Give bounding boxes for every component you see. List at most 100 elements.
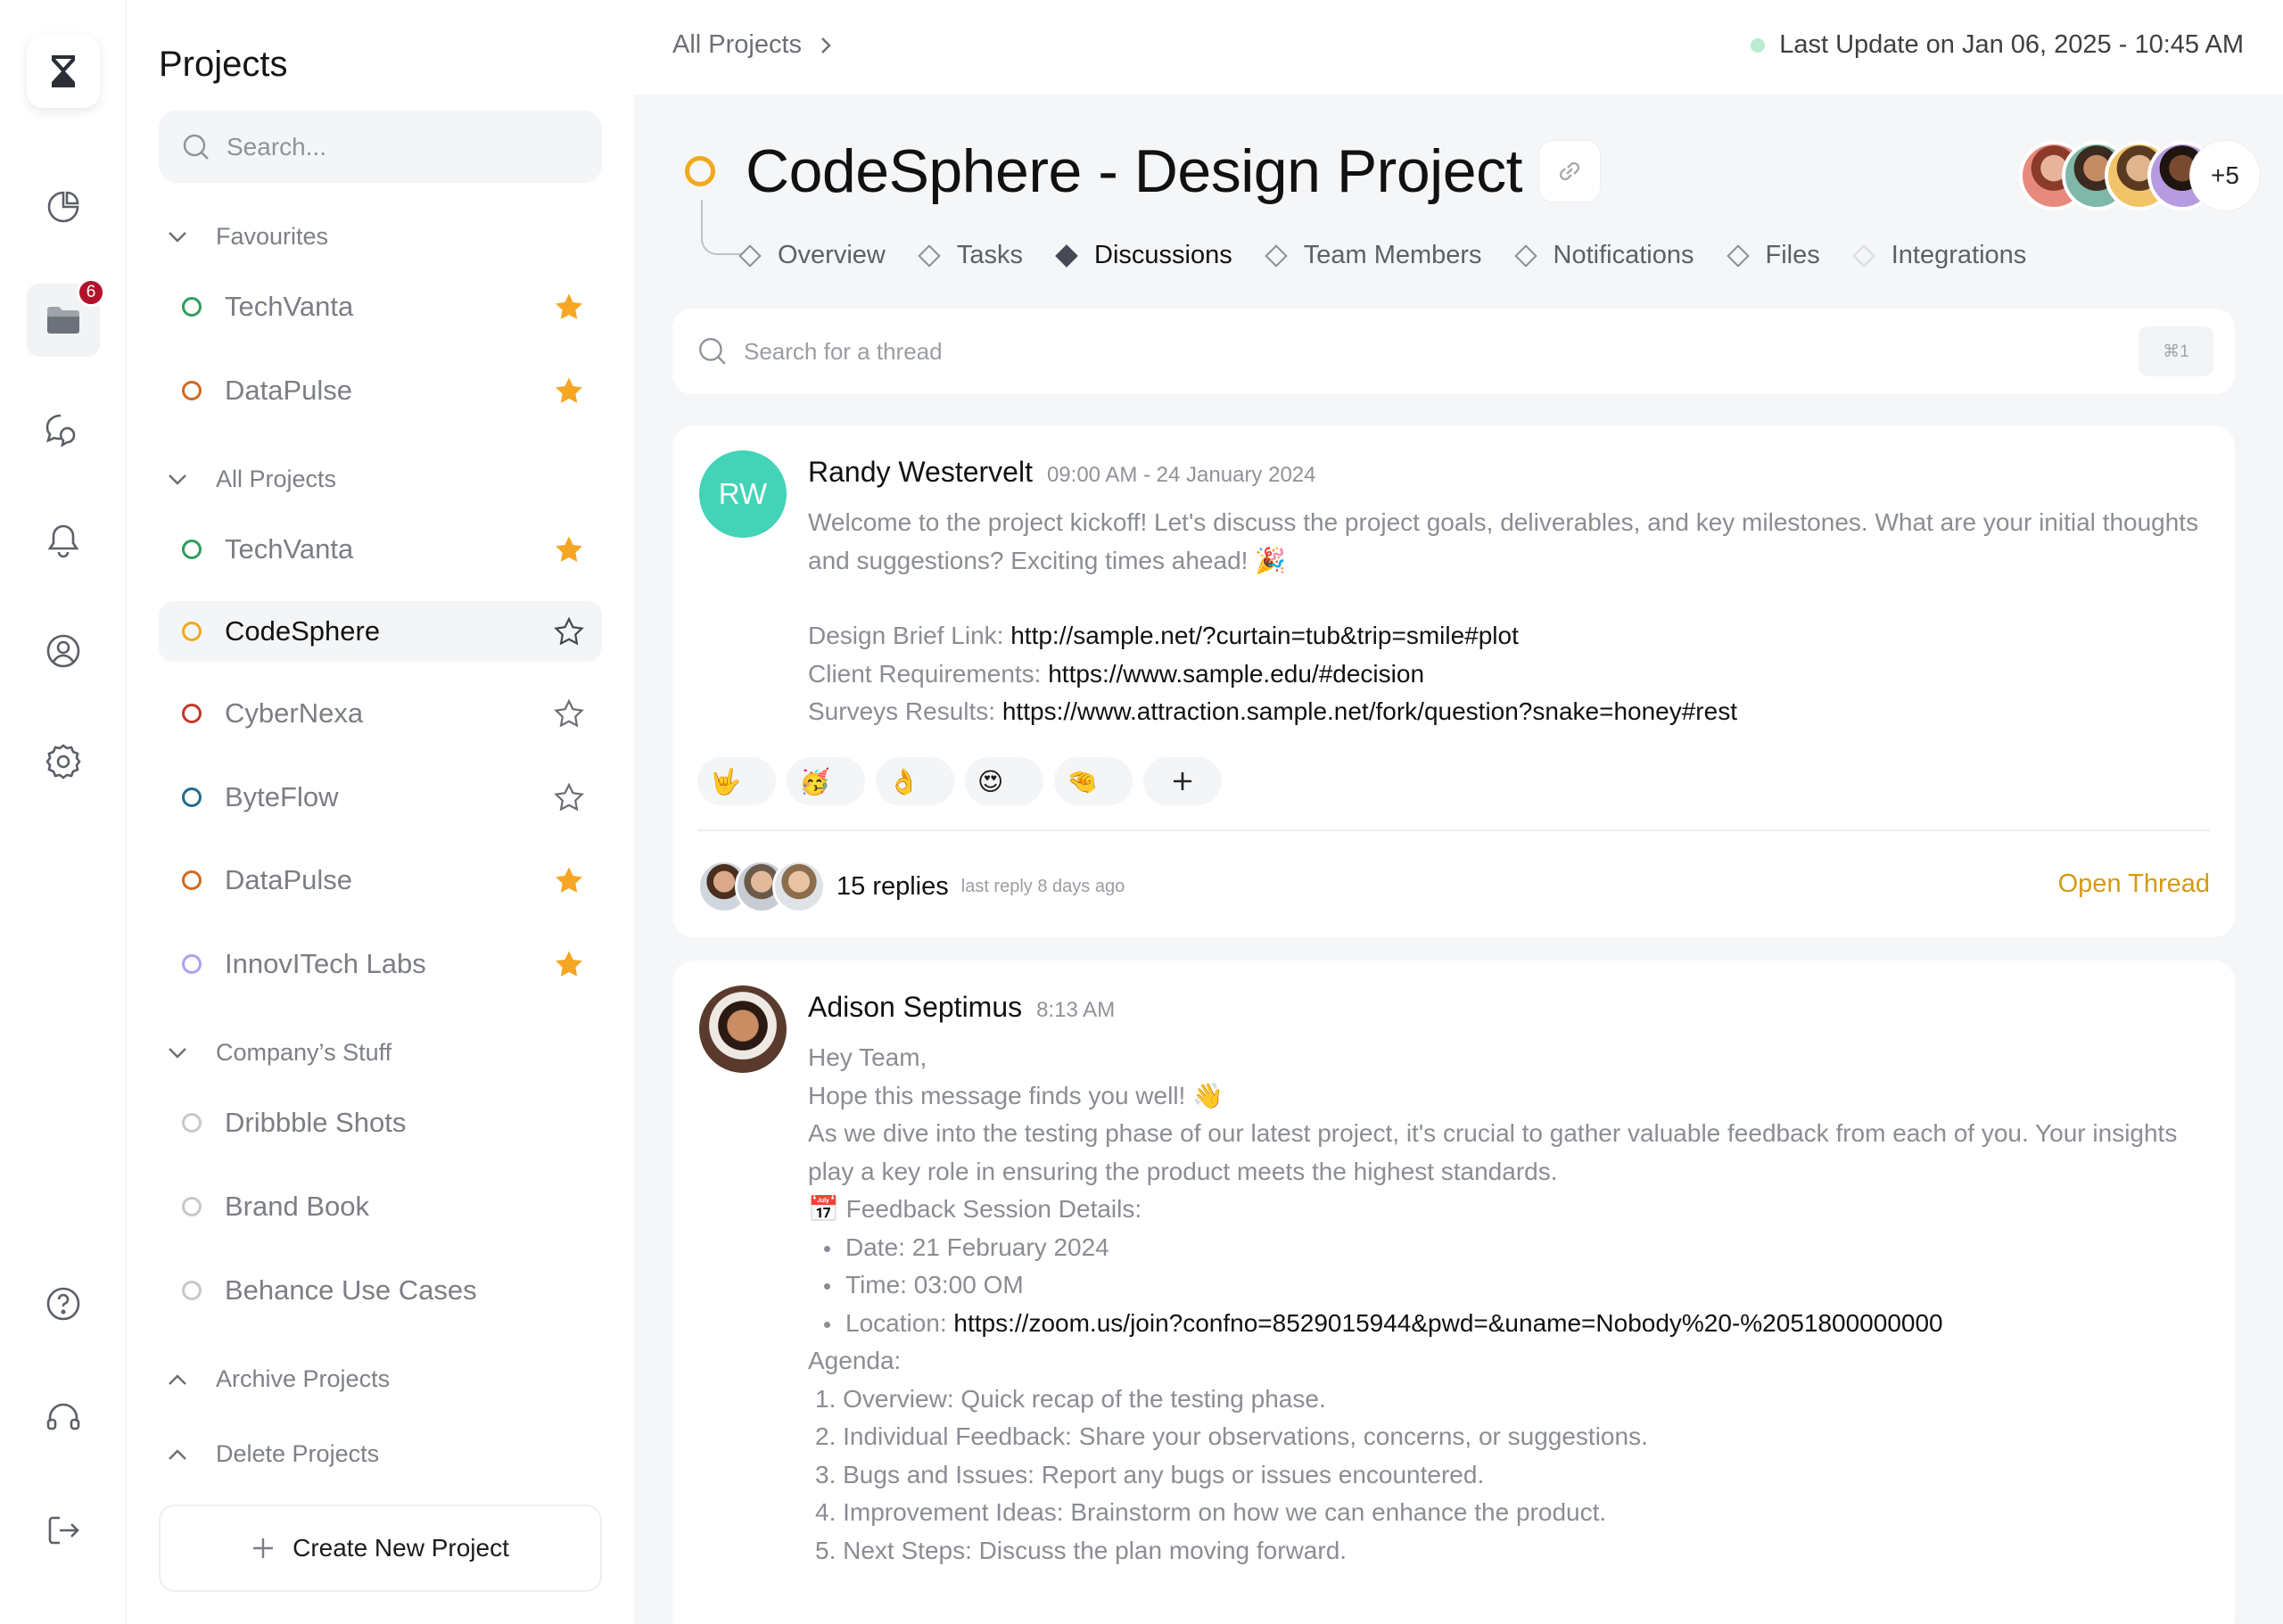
reply-count[interactable]: 15 replies [837, 872, 949, 902]
list-item: Location: https://zoom.us/join?confno=85… [808, 1305, 2199, 1343]
keyboard-shortcut-badge: ⌘1 [2139, 326, 2213, 376]
search-icon [699, 338, 726, 365]
avatar[interactable] [699, 985, 787, 1073]
support-nav[interactable] [37, 1391, 90, 1445]
chevron-down-icon [169, 231, 186, 243]
star-outline-icon[interactable] [554, 699, 584, 728]
sidebar-item-codesphere[interactable]: CodeSphere [159, 601, 602, 662]
reaction-chip[interactable]: 😍 [965, 757, 1043, 805]
pie-chart-icon [47, 191, 79, 223]
team-avatars[interactable]: +5 [2019, 141, 2260, 210]
post-body: Welcome to the project kickoff! Let's di… [808, 504, 2199, 731]
sidebar-item-label: ByteFlow [225, 781, 339, 812]
folder-icon [47, 307, 79, 334]
post-author: Adison Septimus 8:13 AM [808, 991, 1115, 1024]
divider [697, 829, 2210, 831]
list-item: 2. Individual Feedback: Share your obser… [815, 1422, 1648, 1450]
star-outline-icon[interactable] [554, 783, 584, 812]
sidebar-item-cybernexa[interactable]: CyberNexa [159, 683, 602, 744]
breadcrumb[interactable]: All Projects [672, 30, 832, 60]
create-project-button[interactable]: Create New Project [159, 1504, 602, 1592]
app-window: 6 Projects Search... Favourites TechVant… [0, 0, 2283, 1624]
tab-team-members[interactable]: Team Members [1264, 241, 1482, 270]
group-label: Company’s Stuff [216, 1039, 392, 1066]
star-outline-icon[interactable] [554, 617, 584, 646]
reaction-chip[interactable]: 👌 [876, 757, 954, 805]
help-nav[interactable] [37, 1277, 90, 1331]
add-reaction-button[interactable] [1143, 757, 1222, 805]
delete-projects-toggle[interactable]: Delete Projects [168, 1440, 379, 1468]
chevron-up-icon [169, 1373, 186, 1385]
copy-link-button[interactable] [1537, 140, 1601, 202]
reaction-chip[interactable]: 🥳 [787, 757, 865, 805]
replies-summary[interactable]: 15 replies last reply 8 days ago [697, 860, 1125, 913]
hourglass-icon [52, 55, 75, 87]
survey-results-link[interactable]: https://www.attraction.sample.net/fork/q… [1002, 697, 1737, 725]
thread-search-input[interactable]: Search for a thread ⌘1 [672, 309, 2235, 394]
status-dot [182, 870, 202, 890]
profile-nav[interactable] [37, 624, 90, 678]
reaction-chip[interactable]: 🤟 [697, 757, 776, 805]
design-brief-link[interactable]: http://sample.net/?curtain=tub&trip=smil… [1010, 622, 1519, 649]
chat-nav[interactable] [37, 403, 90, 457]
tab-notifications[interactable]: Notifications [1513, 241, 1694, 270]
open-thread-link[interactable]: Open Thread [2058, 870, 2210, 899]
projects-nav[interactable]: 6 [27, 278, 105, 357]
sidebar-item-datapulse-fav[interactable]: DataPulse [159, 360, 602, 421]
sidebar-item-innovitech[interactable]: InnovITech Labs [159, 934, 602, 994]
post-body: Hey Team, Hope this message finds you we… [808, 1039, 2199, 1570]
wellwish-line: Hope this message finds you well! 👋 [808, 1081, 1224, 1109]
breadcrumb-all-projects[interactable]: All Projects [672, 30, 802, 60]
star-filled-icon[interactable] [554, 866, 584, 894]
zoom-link[interactable]: https://zoom.us/join?confno=8529015944&p… [953, 1309, 1942, 1337]
favourites-group-toggle[interactable]: Favourites [168, 223, 328, 251]
sidebar-item-byteflow[interactable]: ByteFlow [159, 767, 602, 828]
star-filled-icon[interactable] [554, 376, 584, 405]
more-members-count[interactable]: +5 [2190, 141, 2260, 210]
archive-projects-toggle[interactable]: Archive Projects [168, 1365, 390, 1393]
sidebar-item-techvanta[interactable]: TechVanta [159, 519, 602, 580]
star-filled-icon[interactable] [554, 535, 584, 564]
author-name[interactable]: Randy Westervelt [808, 456, 1033, 489]
sidebar-item-techvanta-fav[interactable]: TechVanta [159, 276, 602, 337]
link-line: Design Brief Link: http://sample.net/?cu… [808, 622, 1519, 649]
greeting-line: Hey Team, [808, 1043, 927, 1071]
status-dot [182, 622, 202, 641]
help-icon [46, 1287, 80, 1321]
tab-tasks[interactable]: Tasks [918, 241, 1023, 270]
logout-nav[interactable] [37, 1504, 90, 1557]
sidebar-item-label: DataPulse [225, 864, 353, 895]
star-filled-icon[interactable] [554, 950, 584, 978]
settings-nav[interactable] [37, 735, 90, 788]
sidebar-item-behance-use-cases[interactable]: Behance Use Cases [159, 1260, 602, 1321]
dashboard-nav[interactable] [37, 180, 90, 234]
chevron-up-icon [169, 1448, 186, 1460]
author-name[interactable]: Adison Septimus [808, 991, 1022, 1024]
reaction-chip[interactable]: 🤏 [1054, 757, 1133, 805]
chevron-right-icon [821, 37, 831, 54]
sidebar-item-label: TechVanta [225, 533, 354, 565]
company-stuff-group-toggle[interactable]: Company’s Stuff [168, 1039, 391, 1067]
project-status-dot [685, 156, 715, 186]
tab-integrations[interactable]: Integrations [1852, 241, 2026, 270]
top-bar: All Projects Last Update on Jan 06, 2025… [634, 0, 2283, 95]
notifications-nav[interactable] [37, 514, 90, 567]
main-content: All Projects Last Update on Jan 06, 2025… [634, 0, 2283, 1624]
star-filled-icon[interactable] [554, 293, 584, 321]
sidebar-item-dribbble-shots[interactable]: Dribbble Shots [159, 1092, 602, 1153]
tab-discussions[interactable]: Discussions [1055, 241, 1232, 270]
avatar[interactable]: RW [699, 450, 787, 538]
all-projects-group-toggle[interactable]: All Projects [168, 466, 336, 493]
logout-icon [48, 1516, 79, 1545]
sidebar-item-label: TechVanta [225, 291, 354, 322]
tab-files[interactable]: Files [1726, 241, 1820, 270]
last-update-status: Last Update on Jan 06, 2025 - 10:45 AM [1751, 30, 2244, 60]
app-logo[interactable] [27, 35, 100, 108]
project-search-input[interactable]: Search... [159, 111, 602, 183]
group-label: All Projects [216, 466, 337, 492]
tab-overview[interactable]: Overview [738, 241, 886, 270]
client-requirements-link[interactable]: https://www.sample.edu/#decision [1048, 660, 1424, 688]
sidebar-item-datapulse[interactable]: DataPulse [159, 850, 602, 911]
sidebar-item-label: CodeSphere [225, 615, 381, 647]
sidebar-item-brand-book[interactable]: Brand Book [159, 1176, 602, 1237]
